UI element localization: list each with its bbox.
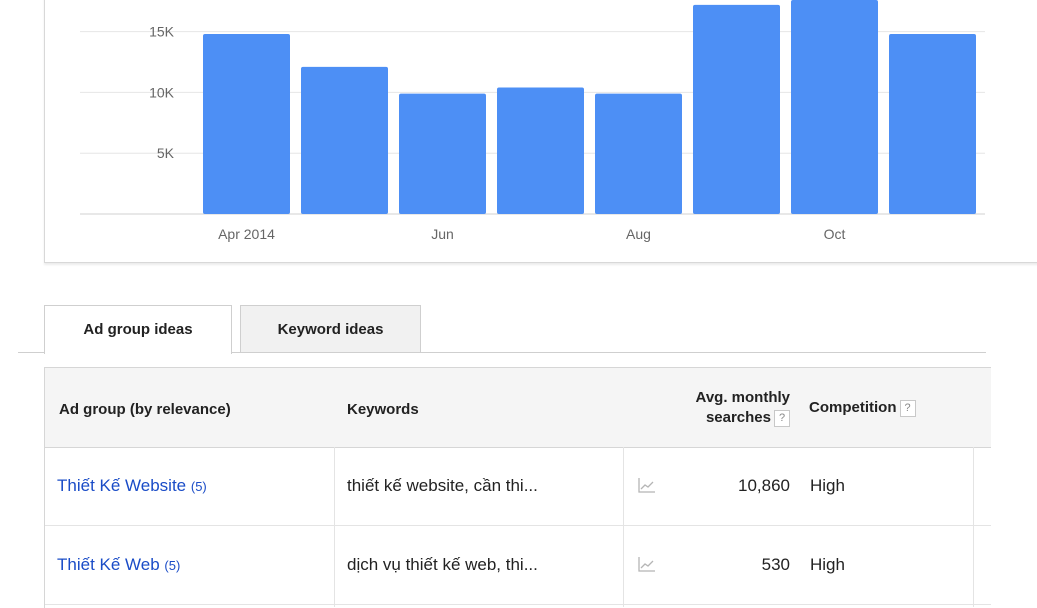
header-keywords[interactable]: Keywords — [347, 401, 419, 418]
header-competition[interactable]: Competition? — [809, 399, 916, 417]
header-ad-group[interactable]: Ad group (by relevance) — [59, 401, 231, 418]
keywords-cell: dịch vụ thiết kế web, thi... — [347, 555, 538, 574]
table-row: Thiết Kế Website (5) thiết kế website, c… — [45, 447, 991, 526]
table-row: Thiết Kế Web (5) dịch vụ thiết kế web, t… — [45, 526, 991, 605]
competition-value: High — [810, 476, 845, 495]
bar-sep-2014[interactable] — [693, 4, 780, 215]
keywords-cell: thiết kế website, cần thi... — [347, 476, 538, 495]
bar-aug-2014[interactable] — [595, 93, 682, 214]
bar-jul-2014[interactable] — [497, 87, 584, 214]
y-tick-label: 5K — [157, 145, 175, 161]
x-tick-label: Jun — [431, 226, 454, 242]
header-avg-line1: Avg. monthly — [695, 389, 790, 406]
tab-ad-group-ideas[interactable]: Ad group ideas — [44, 305, 232, 354]
bar-oct-2014[interactable] — [791, 0, 878, 214]
bar-may-2014[interactable] — [301, 66, 388, 214]
competition-value: High — [810, 555, 845, 574]
help-icon[interactable]: ? — [774, 409, 790, 427]
ad-group-link[interactable]: Thiết Kế Web (5) — [57, 526, 180, 605]
bar-jun-2014[interactable] — [399, 93, 486, 214]
line-chart-icon[interactable] — [637, 475, 657, 495]
bar-nov-2014[interactable] — [889, 34, 976, 214]
ad-group-link[interactable]: Thiết Kế Website (5) — [57, 447, 207, 526]
ad-group-table: Ad group (by relevance) Keywords Avg. mo… — [44, 367, 991, 608]
x-tick-label: Aug — [626, 226, 651, 242]
header-avg-monthly-searches[interactable]: Avg. monthly searches? — [645, 388, 790, 428]
header-avg-line2: searches? — [645, 408, 790, 428]
y-tick-label: 10K — [149, 84, 175, 100]
bar-apr-2014[interactable] — [203, 34, 290, 214]
x-tick-label: Oct — [824, 226, 846, 242]
table-header: Ad group (by relevance) Keywords Avg. mo… — [45, 368, 991, 448]
tab-keyword-ideas[interactable]: Keyword ideas — [240, 305, 421, 352]
avg-searches-value: 10,860 — [738, 476, 790, 495]
y-tick-label: 15K — [149, 24, 175, 40]
line-chart-icon[interactable] — [637, 554, 657, 574]
help-icon[interactable]: ? — [899, 399, 916, 417]
avg-searches-value: 530 — [761, 555, 790, 574]
x-tick-label: Apr 2014 — [218, 226, 275, 242]
search-volume-chart: 5K 10K 15K Apr 2014 Jun Aug Oct — [80, 0, 985, 242]
tab-bar: Ad group ideas Keyword ideas — [0, 300, 990, 354]
